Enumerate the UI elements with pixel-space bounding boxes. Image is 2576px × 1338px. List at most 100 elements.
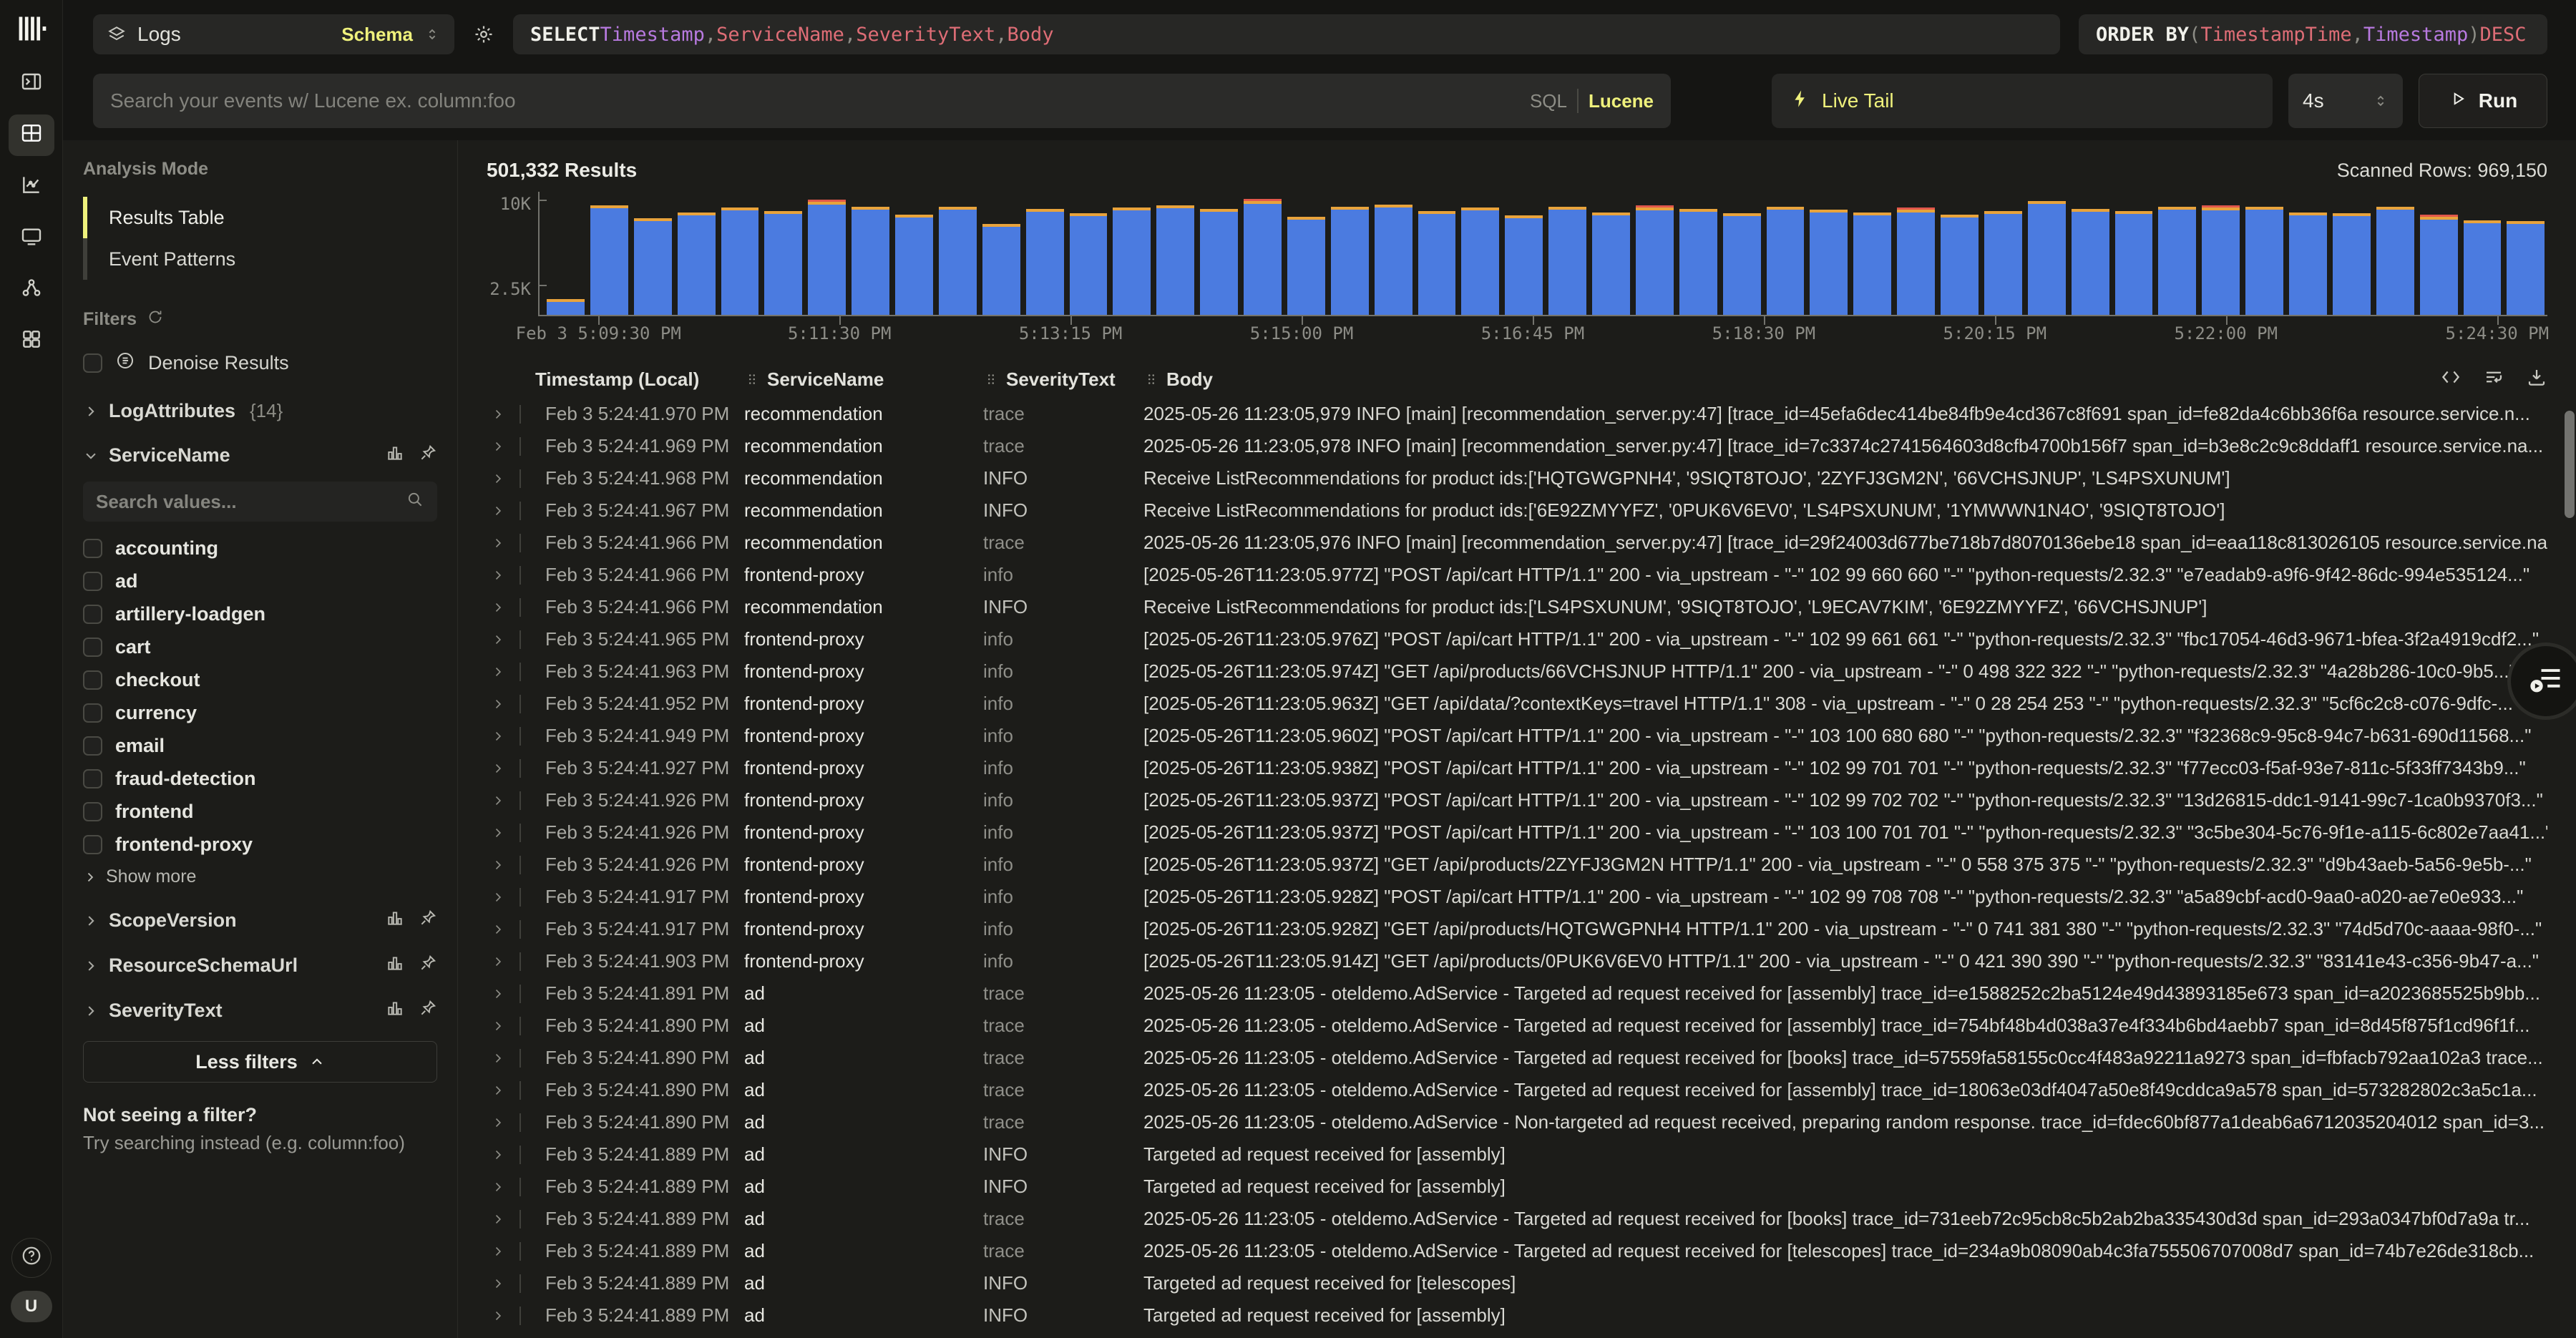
- histogram-bar[interactable]: [1418, 211, 1456, 315]
- table-row[interactable]: Feb 3 5:24:41.966 PM frontend-proxy info…: [487, 559, 2547, 591]
- histogram-bar[interactable]: [590, 205, 628, 315]
- pin-icon[interactable]: [419, 999, 437, 1022]
- table-row[interactable]: Feb 3 5:24:41.890 PM ad trace 2025-05-26…: [487, 1010, 2547, 1042]
- expand-row-icon[interactable]: [491, 1115, 505, 1130]
- less-filters-button[interactable]: Less filters: [83, 1041, 437, 1083]
- table-row[interactable]: Feb 3 5:24:41.889 PM ad INFO Targeted ad…: [487, 1267, 2547, 1299]
- facet-header[interactable]: ScopeVersion: [83, 909, 437, 932]
- histogram-bar[interactable]: [1461, 207, 1499, 315]
- expand-row-icon[interactable]: [491, 407, 505, 421]
- expand-row-icon[interactable]: [491, 1276, 505, 1291]
- table-row[interactable]: Feb 3 5:24:41.889 PM ad INFO Targeted ad…: [487, 1138, 2547, 1171]
- bar-chart-icon[interactable]: [386, 999, 404, 1022]
- histogram-bar[interactable]: [1853, 213, 1891, 315]
- expand-row-icon[interactable]: [491, 858, 505, 872]
- histogram-plot[interactable]: [538, 192, 2547, 316]
- select-query-editor[interactable]: SELECT Timestamp, ServiceName, SeverityT…: [513, 14, 2060, 54]
- table-row[interactable]: Feb 3 5:24:41.889 PM ad trace 2025-05-26…: [487, 1235, 2547, 1267]
- table-row[interactable]: Feb 3 5:24:41.889 PM ad INFO Targeted ad…: [487, 1171, 2547, 1203]
- histogram-bar[interactable]: [2115, 211, 2153, 315]
- histogram-bar[interactable]: [634, 218, 672, 315]
- expand-row-icon[interactable]: [491, 1083, 505, 1098]
- histogram-bar[interactable]: [764, 211, 802, 315]
- show-more-button[interactable]: Show more: [83, 866, 437, 887]
- expand-row-icon[interactable]: [491, 1309, 505, 1323]
- table-row[interactable]: Feb 3 5:24:41.890 PM ad trace 2025-05-26…: [487, 1106, 2547, 1138]
- search-bar[interactable]: SQL Lucene: [93, 74, 1671, 128]
- bar-chart-icon[interactable]: [386, 909, 404, 932]
- service-checkbox[interactable]: [83, 835, 102, 854]
- service-checkbox[interactable]: [83, 769, 102, 788]
- source-select[interactable]: Logs Schema: [93, 14, 454, 54]
- histogram-bar[interactable]: [547, 299, 585, 315]
- results-histogram[interactable]: 10K2.5K Feb 3 5:09:30 PM5:11:30 PM5:13:1…: [487, 192, 2547, 342]
- wrap-lines-icon[interactable]: [2483, 366, 2504, 393]
- histogram-bar[interactable]: [2158, 207, 2196, 315]
- histogram-bar[interactable]: [2245, 207, 2283, 315]
- service-filter-option[interactable]: ad: [83, 565, 437, 597]
- table-row[interactable]: Feb 3 5:24:41.970 PM recommendation trac…: [487, 398, 2547, 430]
- expand-row-icon[interactable]: [491, 1148, 505, 1162]
- column-header-severitytext[interactable]: SeverityText: [983, 368, 1143, 391]
- bar-chart-icon[interactable]: [386, 954, 404, 977]
- histogram-bar[interactable]: [2507, 221, 2545, 315]
- column-header-servicename[interactable]: ServiceName: [744, 368, 983, 391]
- expand-row-icon[interactable]: [491, 633, 505, 647]
- histogram-bar[interactable]: [2420, 215, 2458, 315]
- table-row[interactable]: Feb 3 5:24:41.968 PM recommendation INFO…: [487, 462, 2547, 494]
- histogram-bar[interactable]: [2376, 207, 2414, 315]
- table-row[interactable]: Feb 3 5:24:41.927 PM frontend-proxy info…: [487, 752, 2547, 784]
- expand-row-icon[interactable]: [491, 1019, 505, 1033]
- table-row[interactable]: Feb 3 5:24:41.917 PM frontend-proxy info…: [487, 881, 2547, 913]
- histogram-bar[interactable]: [2289, 213, 2327, 315]
- settings-gear-icon[interactable]: [473, 24, 494, 45]
- analysis-mode-option[interactable]: Event Patterns: [83, 238, 437, 280]
- service-checkbox[interactable]: [83, 703, 102, 723]
- histogram-bar[interactable]: [2028, 201, 2066, 315]
- code-view-icon[interactable]: [2440, 366, 2462, 393]
- histogram-bar[interactable]: [808, 200, 846, 315]
- table-row[interactable]: Feb 3 5:24:41.967 PM recommendation INFO…: [487, 494, 2547, 527]
- expand-row-icon[interactable]: [491, 1244, 505, 1259]
- histogram-bar[interactable]: [2072, 209, 2109, 315]
- expand-row-icon[interactable]: [491, 987, 505, 1001]
- histogram-bar[interactable]: [1767, 207, 1805, 315]
- facet-value-search[interactable]: [83, 482, 437, 522]
- table-row[interactable]: Feb 3 5:24:41.926 PM frontend-proxy info…: [487, 816, 2547, 849]
- nav-item-dashboards[interactable]: [9, 218, 54, 259]
- histogram-bar[interactable]: [1505, 215, 1543, 315]
- help-button[interactable]: [11, 1238, 52, 1278]
- service-checkbox[interactable]: [83, 539, 102, 558]
- histogram-bar[interactable]: [895, 215, 933, 315]
- run-button[interactable]: Run: [2419, 74, 2547, 128]
- table-row[interactable]: Feb 3 5:24:41.917 PM frontend-proxy info…: [487, 913, 2547, 945]
- nav-item-apps[interactable]: [9, 321, 54, 362]
- expand-row-icon[interactable]: [491, 472, 505, 486]
- nav-item-service-map[interactable]: [9, 269, 54, 311]
- bar-chart-icon[interactable]: [386, 444, 404, 467]
- facet-search-input[interactable]: [96, 491, 406, 513]
- expand-row-icon[interactable]: [491, 665, 505, 679]
- expand-row-icon[interactable]: [491, 922, 505, 937]
- expand-row-icon[interactable]: [491, 890, 505, 904]
- scrollbar-thumb[interactable]: [2565, 411, 2575, 518]
- expand-row-icon[interactable]: [491, 1212, 505, 1226]
- histogram-bar[interactable]: [2202, 205, 2240, 315]
- histogram-bar[interactable]: [1200, 209, 1238, 315]
- service-checkbox[interactable]: [83, 605, 102, 624]
- facet-log-attributes[interactable]: LogAttributes {14}: [83, 400, 437, 422]
- expand-row-icon[interactable]: [491, 697, 505, 711]
- service-checkbox[interactable]: [83, 802, 102, 821]
- refresh-icon[interactable]: [147, 308, 164, 331]
- expand-row-icon[interactable]: [491, 761, 505, 776]
- table-row[interactable]: Feb 3 5:24:41.969 PM recommendation trac…: [487, 430, 2547, 462]
- histogram-bar[interactable]: [939, 207, 977, 315]
- expand-row-icon[interactable]: [491, 729, 505, 743]
- histogram-bar[interactable]: [852, 207, 889, 315]
- service-filter-option[interactable]: fraud-detection: [83, 762, 437, 795]
- table-row[interactable]: Feb 3 5:24:41.889 PM ad INFO Targeted ad…: [487, 1299, 2547, 1332]
- service-filter-option[interactable]: frontend: [83, 795, 437, 828]
- expand-row-icon[interactable]: [491, 793, 505, 808]
- histogram-bar[interactable]: [982, 224, 1020, 315]
- table-row[interactable]: Feb 3 5:24:41.926 PM frontend-proxy info…: [487, 784, 2547, 816]
